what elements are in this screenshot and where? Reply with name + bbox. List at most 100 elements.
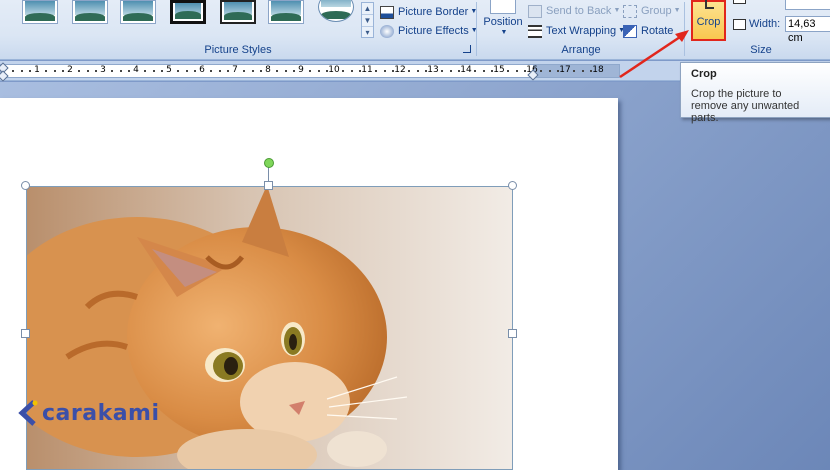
ruler-tick-mark: [45, 70, 48, 72]
gallery-up-icon[interactable]: ▲: [362, 3, 373, 15]
ruler-tick-mark: [490, 70, 493, 72]
gallery-scrollbar[interactable]: ▲ ▼ ▾: [361, 2, 374, 38]
picture-effects-icon: [380, 24, 394, 38]
ruler-tick-label: 17: [559, 65, 571, 75]
ruler-tick-mark: [111, 70, 114, 72]
group-label: Group: [641, 5, 672, 17]
picture-styles-group-label: Picture Styles: [204, 44, 272, 56]
ruler-tick-mark: [259, 70, 262, 72]
resize-handle-right[interactable]: [508, 329, 517, 338]
picture-style-thumb-5[interactable]: [220, 0, 256, 24]
ruler-tick-mark: [226, 70, 229, 72]
ruler-tick-label: 12: [394, 65, 406, 75]
ruler-tick-mark: [515, 70, 518, 72]
picture-effects-button[interactable]: Picture Effects ▼: [380, 22, 478, 40]
picture-style-thumb-3[interactable]: [120, 0, 156, 24]
ruler-tick-mark: [94, 70, 97, 72]
gallery-down-icon[interactable]: ▼: [362, 15, 373, 27]
rotate-label: Rotate: [641, 25, 674, 37]
dialog-launcher-icon[interactable]: [463, 45, 471, 53]
ruler-tick-label: 11: [361, 65, 373, 75]
rotate-button[interactable]: Rotate: [623, 22, 673, 40]
watermark-text: carakami: [42, 400, 160, 426]
crop-label: Crop: [696, 16, 721, 28]
resize-handle-top-left[interactable]: [21, 181, 30, 190]
ruler-tick-mark: [424, 70, 427, 72]
resize-handle-left[interactable]: [21, 329, 30, 338]
position-button[interactable]: Position ▼: [482, 0, 524, 40]
size-group-label: Size: [750, 44, 772, 56]
ruler-tick-mark: [243, 70, 246, 72]
ruler-tick-mark: [144, 70, 147, 72]
ruler-tick-mark: [284, 70, 287, 72]
ruler-tick-mark: [457, 70, 460, 72]
ruler-right-margin: [533, 64, 620, 78]
width-label: Width:: [749, 18, 781, 30]
ruler-tick-mark: [507, 70, 510, 72]
resize-handle-top[interactable]: [264, 181, 273, 190]
chevron-down-icon: ▼: [500, 29, 508, 36]
resize-handle-top-right[interactable]: [508, 181, 517, 190]
ruler-tick-mark: [276, 70, 279, 72]
text-wrapping-icon: [528, 24, 542, 38]
picture-style-thumb-6[interactable]: [268, 0, 304, 24]
rotate-icon: [623, 24, 637, 38]
watermark-logo-icon: [18, 398, 38, 428]
ruler-tick-mark: [218, 70, 221, 72]
height-icon: [733, 0, 746, 4]
ruler-tick-mark: [185, 70, 188, 72]
ruler-tick-mark: [416, 70, 419, 72]
height-field[interactable]: [785, 0, 830, 10]
ruler-tick-mark: [86, 70, 89, 72]
send-to-back-button[interactable]: Send to Back ▼: [528, 2, 620, 20]
picture-style-thumb-2[interactable]: [72, 0, 108, 24]
ruler-tick-mark: [342, 70, 345, 72]
crop-icon: [705, 0, 714, 9]
ruler-tick-label: 7: [232, 65, 238, 75]
ruler-tick-label: 5: [166, 65, 172, 75]
text-wrapping-button[interactable]: Text Wrapping ▼: [528, 22, 625, 40]
ruler-tick-mark: [523, 70, 526, 72]
text-wrapping-label: Text Wrapping: [546, 25, 617, 37]
crop-tooltip: Crop Crop the picture to remove any unwa…: [680, 62, 830, 124]
ruler-tick-mark: [28, 70, 31, 72]
crop-button[interactable]: Crop: [691, 0, 726, 41]
ruler-tick-label: 18: [592, 65, 604, 75]
tooltip-body: Crop the picture to remove any unwanted …: [691, 88, 800, 124]
ruler-tick-mark: [573, 70, 576, 72]
ruler-tick-mark: [78, 70, 81, 72]
ruler-tick-label: 6: [199, 65, 205, 75]
ruler-tick-label: 4: [133, 65, 139, 75]
picture-border-icon: [380, 5, 394, 19]
picture-style-thumb-1[interactable]: [22, 0, 58, 24]
tooltip-title: Crop: [691, 68, 717, 80]
group-button[interactable]: Group ▼: [623, 2, 681, 20]
picture-style-thumb-7[interactable]: [318, 0, 354, 22]
group-separator: [684, 2, 685, 56]
send-to-back-label: Send to Back: [546, 5, 612, 17]
group-icon: [623, 4, 637, 18]
ruler-tick-mark: [317, 70, 320, 72]
ruler-tick-label: 2: [67, 65, 73, 75]
ruler-tick-label: 3: [100, 65, 106, 75]
arrange-group-label: Arrange: [561, 44, 601, 56]
ruler-tick-label: 15: [493, 65, 505, 75]
width-field[interactable]: 14,63 cm: [785, 16, 830, 44]
ruler-tick-mark: [474, 70, 477, 72]
ruler-tick-mark: [375, 70, 378, 72]
ruler-tick-label: 14: [460, 65, 472, 75]
chevron-down-icon: ▼: [613, 7, 621, 14]
rotation-handle[interactable]: [264, 158, 274, 168]
picture-border-button[interactable]: Picture Border ▼: [380, 3, 477, 21]
gallery-more-icon[interactable]: ▾: [362, 27, 373, 39]
ruler-tick-mark: [309, 70, 312, 72]
picture-style-thumb-4[interactable]: [170, 0, 206, 24]
picture-border-label: Picture Border: [398, 6, 469, 18]
width-icon: [733, 19, 746, 30]
ruler-tick-mark: [193, 70, 196, 72]
position-icon: [490, 0, 516, 14]
ruler-tick-mark: [119, 70, 122, 72]
ruler-tick-mark: [292, 70, 295, 72]
ruler-tick-label: 1: [34, 65, 40, 75]
position-label: Position: [483, 16, 523, 28]
